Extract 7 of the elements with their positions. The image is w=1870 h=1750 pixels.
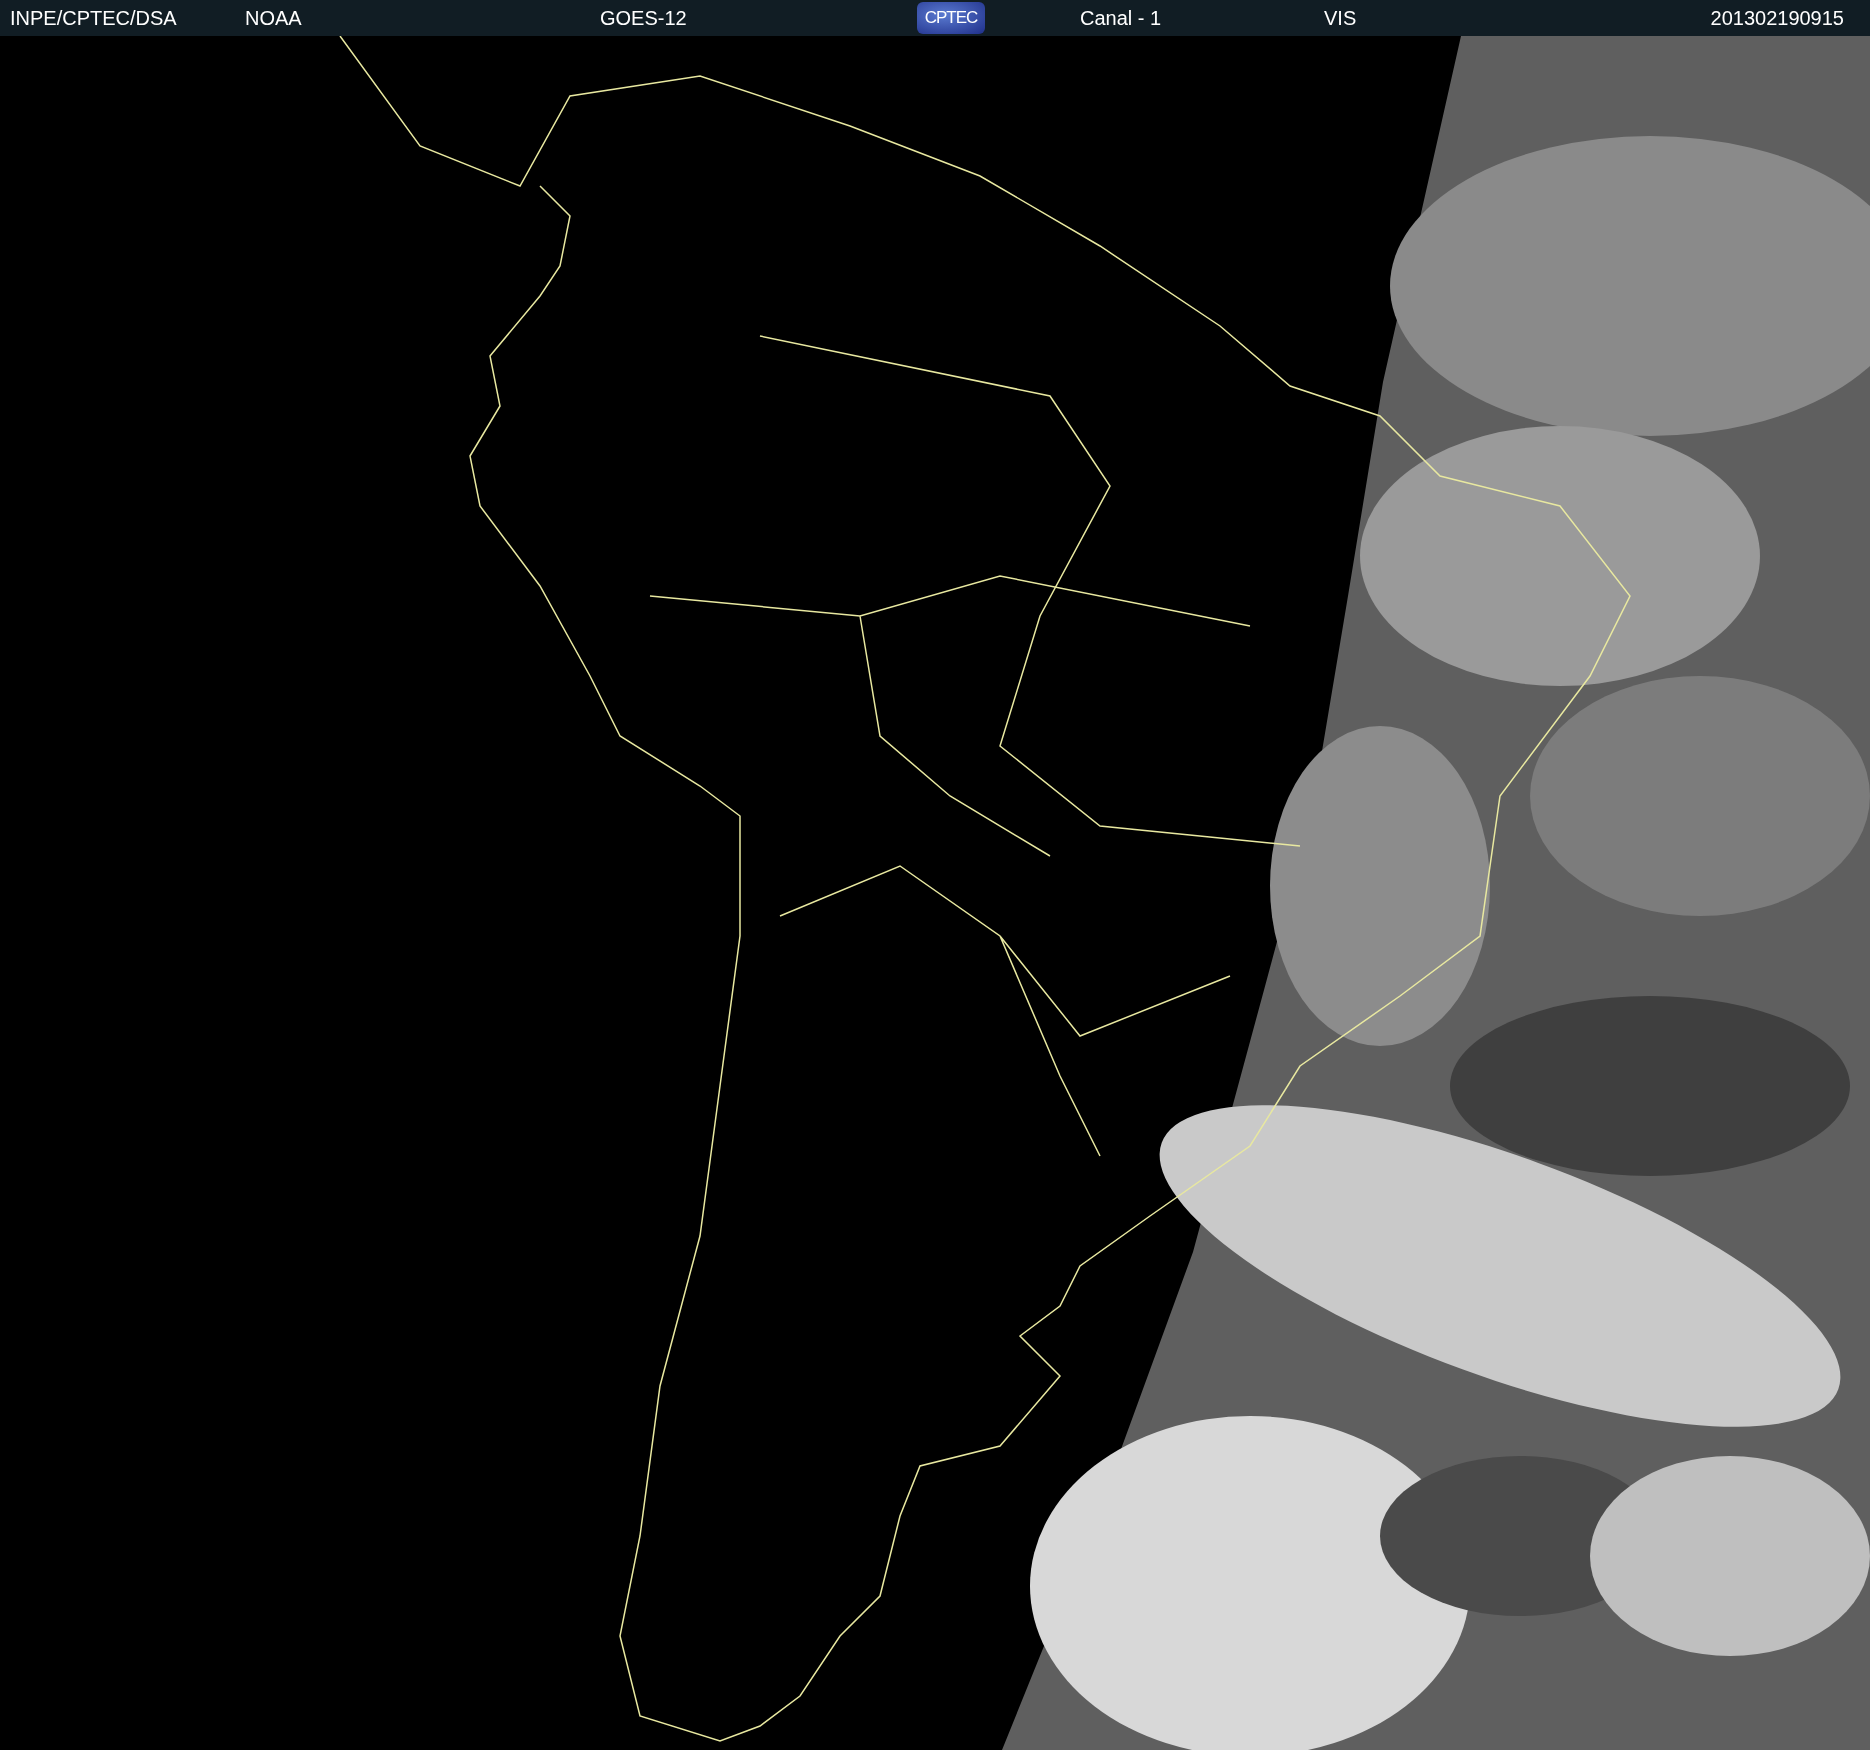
header-label: Canal - 1 bbox=[1080, 6, 1162, 29]
logo: CPTEC bbox=[917, 2, 985, 34]
header-label: VIS bbox=[1324, 6, 1357, 29]
header-label: 201302190915 bbox=[1710, 6, 1844, 29]
header-label: NOAA bbox=[245, 6, 302, 29]
header-label: GOES-12 bbox=[600, 6, 687, 29]
header-label: INPE/CPTEC/DSA bbox=[10, 6, 177, 29]
